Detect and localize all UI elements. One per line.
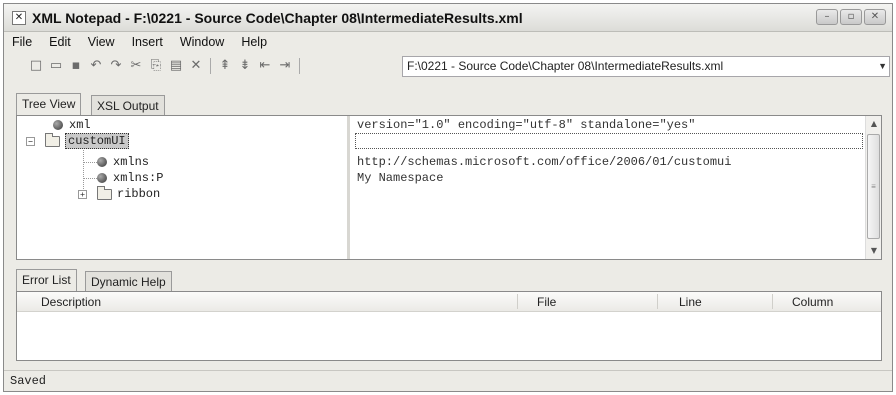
file-path-combobox[interactable]: F:\0221 - Source Code\Chapter 08\Interme… (402, 56, 890, 77)
cut-icon[interactable]: ✂ (128, 58, 144, 74)
window-title: XML Notepad - F:\0221 - Source Code\Chap… (32, 10, 523, 26)
tab-dynamic-help[interactable]: Dynamic Help (85, 271, 172, 291)
column-divider[interactable] (657, 294, 658, 309)
menu-help[interactable]: Help (241, 35, 267, 49)
tree-line (83, 146, 84, 195)
tree-node-label: xmlns (113, 155, 150, 169)
menu-file[interactable]: File (12, 35, 32, 49)
toolbar-icons: □ ▭ ▪ ↶ ↷ ✂ ⎘ ▤ ✕ ⇞ ⇟ ⇤ ⇥ (28, 58, 302, 74)
folder-icon (45, 132, 60, 147)
file-path-value: F:\0221 - Source Code\Chapter 08\Interme… (407, 59, 724, 73)
collapse-toggle-icon[interactable]: − (26, 137, 35, 146)
tab-tree-view[interactable]: Tree View (16, 93, 82, 115)
nudge-down-icon[interactable]: ⇟ (237, 58, 253, 74)
column-line[interactable]: Line (679, 295, 702, 309)
open-folder-icon[interactable]: ▭ (48, 58, 64, 74)
value-xmlns-p[interactable]: My Namespace (357, 171, 443, 185)
close-button[interactable]: ✕ (864, 9, 886, 25)
tree-node-xmlns-p[interactable]: xmlns:P (97, 170, 163, 186)
tree-view-panel: xml − customUI xmlns xmlns:P + ribbon ve… (16, 115, 882, 260)
tree-node-customui[interactable]: customUI (45, 132, 129, 149)
tree-node-label: customUI (65, 133, 129, 149)
menu-edit[interactable]: Edit (49, 35, 71, 49)
column-description[interactable]: Description (41, 295, 101, 309)
output-tabs: Error List Dynamic Help (4, 269, 892, 291)
processing-instruction-icon (53, 120, 63, 130)
toolbar-separator (299, 58, 300, 74)
xml-tree: xml − customUI xmlns xmlns:P + ribbon (17, 116, 350, 259)
toolbar-separator (210, 58, 211, 74)
toolbar: □ ▭ ▪ ↶ ↷ ✂ ⎘ ▤ ✕ ⇞ ⇟ ⇤ ⇥ F:\0221 - Sour… (4, 52, 892, 82)
save-icon[interactable]: ▪ (68, 58, 84, 74)
nudge-right-icon[interactable]: ⇥ (277, 58, 293, 74)
paste-icon[interactable]: ▤ (168, 58, 184, 74)
window-controls: – ▫ ✕ (816, 9, 886, 25)
tree-node-label: xmlns:P (113, 171, 164, 185)
folder-icon (97, 185, 112, 200)
tab-xsl-output[interactable]: XSL Output (91, 95, 165, 115)
redo-icon[interactable]: ↷ (108, 58, 124, 74)
value-xmlns[interactable]: http://schemas.microsoft.com/office/2006… (357, 155, 731, 169)
menu-window[interactable]: Window (180, 35, 224, 49)
value-customui-selected[interactable] (355, 133, 863, 149)
status-bar: Saved (4, 370, 892, 392)
view-tabs: Tree View XSL Output (4, 93, 892, 115)
menu-view[interactable]: View (88, 35, 115, 49)
chevron-down-icon[interactable]: ▼ (878, 57, 887, 76)
scroll-down-icon[interactable]: ▼ (866, 243, 882, 259)
copy-icon[interactable]: ⎘ (148, 58, 164, 74)
nudge-left-icon[interactable]: ⇤ (257, 58, 273, 74)
expand-toggle-icon[interactable]: + (78, 190, 87, 199)
column-file[interactable]: File (537, 295, 556, 309)
error-list-header: Description File Line Column (17, 292, 881, 312)
scroll-up-icon[interactable]: ▲ (866, 116, 882, 132)
column-divider[interactable] (772, 294, 773, 309)
column-divider[interactable] (517, 294, 518, 309)
nudge-up-icon[interactable]: ⇞ (217, 58, 233, 74)
node-value-pane: version="1.0" encoding="utf-8" standalon… (353, 116, 867, 259)
maximize-button[interactable]: ▫ (840, 9, 862, 25)
tree-node-ribbon[interactable]: ribbon (97, 185, 161, 202)
error-list-panel: Description File Line Column (16, 291, 882, 361)
tree-node-xmlns[interactable]: xmlns (97, 154, 149, 170)
value-xml-declaration[interactable]: version="1.0" encoding="utf-8" standalon… (357, 118, 695, 132)
new-file-icon[interactable]: □ (28, 58, 44, 74)
minimize-button[interactable]: – (816, 9, 838, 25)
menu-bar: File Edit View Insert Window Help (4, 32, 892, 52)
attribute-icon (97, 173, 107, 183)
app-window: ✕ XML Notepad - F:\0221 - Source Code\Ch… (3, 3, 893, 392)
delete-icon[interactable]: ✕ (188, 58, 204, 74)
app-icon: ✕ (12, 11, 26, 25)
tree-node-label: xml (69, 118, 91, 132)
tree-line (83, 178, 97, 179)
vertical-scrollbar[interactable]: ▲ ≡ ▼ (865, 116, 881, 259)
column-column[interactable]: Column (792, 295, 833, 309)
tab-error-list[interactable]: Error List (16, 269, 77, 291)
tree-node-label: ribbon (117, 187, 161, 201)
title-bar[interactable]: ✕ XML Notepad - F:\0221 - Source Code\Ch… (4, 4, 892, 32)
tree-node-xml[interactable]: xml (53, 117, 91, 133)
undo-icon[interactable]: ↶ (88, 58, 104, 74)
tree-line (83, 162, 97, 163)
scroll-thumb[interactable]: ≡ (867, 134, 880, 239)
menu-insert[interactable]: Insert (132, 35, 163, 49)
attribute-icon (97, 157, 107, 167)
status-text: Saved (10, 374, 47, 388)
